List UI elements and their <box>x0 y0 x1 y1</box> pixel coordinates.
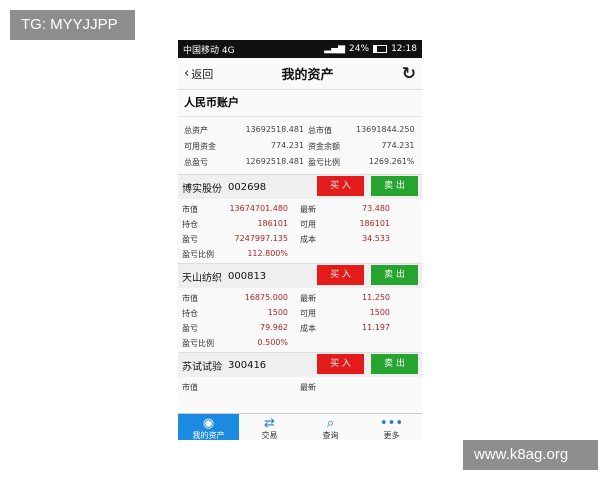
tab-query[interactable]: ⌕ 查询 <box>300 414 361 440</box>
detail-label: 盈亏 <box>182 324 198 333</box>
detail-value <box>218 382 288 393</box>
nav-bar: ‹ 返回 我的资产 ↻ <box>178 58 422 90</box>
detail-value: 11.197 <box>362 323 390 332</box>
detail-value: 1500 <box>369 308 390 317</box>
sell-button[interactable]: 卖 出 <box>371 176 418 196</box>
stock-code: 000813 <box>228 270 267 282</box>
detail-value: 11.250 <box>362 293 390 302</box>
detail-label: 持仓 <box>182 220 198 229</box>
summary-value: 13692518.481 <box>245 125 304 134</box>
account-summary: 总资产 13692518.481 总市值 13691844.250 可用资金 7… <box>178 117 422 174</box>
detail-label: 可用 <box>300 220 316 229</box>
tab-my-assets[interactable]: ◉ 我的资产 <box>178 414 239 440</box>
stock-code: 002698 <box>228 181 267 193</box>
stock-details: 市值 16875.000 最新 11.250 持仓 1500 可用 1500 盈… <box>178 288 422 352</box>
phone-screen: 中国移动 4G ▂▄▆ 24% 12:18 ‹ 返回 我的资产 ↻ 人民币账户 … <box>178 40 422 440</box>
detail-value: 34.533 <box>362 234 390 243</box>
buy-button[interactable]: 买 入 <box>317 354 364 374</box>
detail-label: 持仓 <box>182 309 198 318</box>
stock-code: 300416 <box>228 359 267 371</box>
back-button[interactable]: ‹ 返回 <box>184 66 213 82</box>
tab-label: 我的资产 <box>192 431 225 440</box>
summary-label: 可用资金 <box>184 142 216 151</box>
buy-button[interactable]: 买 入 <box>317 176 364 196</box>
trade-arrows-icon: ⇄ <box>264 416 275 431</box>
signal-icon: ▂▄▆ <box>324 44 346 54</box>
detail-label: 市值 <box>182 383 198 392</box>
back-label: 返回 <box>191 67 214 81</box>
detail-value: 13674701.480 <box>229 204 288 213</box>
tab-label: 交易 <box>261 431 278 440</box>
more-icon: ••• <box>379 416 403 431</box>
watermark-top: TG: MYYJJPP <box>10 10 135 40</box>
account-header: 人民币账户 <box>178 90 422 117</box>
tab-label: 更多 <box>383 431 400 440</box>
detail-label: 最新 <box>300 383 316 392</box>
detail-label: 最新 <box>300 294 316 303</box>
detail-value: 0.500% <box>257 338 288 347</box>
detail-value: 7247997.135 <box>234 234 288 243</box>
summary-label: 资金余额 <box>308 142 340 151</box>
tab-trade[interactable]: ⇄ 交易 <box>239 414 300 440</box>
summary-label: 盈亏比例 <box>308 158 340 167</box>
detail-value: 73.480 <box>362 204 390 213</box>
summary-label: 总资产 <box>184 126 208 135</box>
stock-card: 天山纺织 000813 买 入 卖 出 市值 16875.000 最新 11.2… <box>178 263 422 352</box>
bottom-tab-bar: ◉ 我的资产 ⇄ 交易 ⌕ 查询 ••• 更多 <box>178 413 422 440</box>
stock-name: 天山纺织 <box>182 272 222 284</box>
chevron-left-icon: ‹ <box>184 66 190 81</box>
stock-card: 苏试试验 300416 买 入 卖 出 市值 最新 <box>178 352 422 396</box>
detail-value: 186101 <box>257 219 288 228</box>
summary-value: 13691844.250 <box>356 125 415 134</box>
detail-label: 盈亏比例 <box>182 250 214 259</box>
user-icon: ◉ <box>202 416 215 431</box>
detail-label: 盈亏比例 <box>182 339 214 348</box>
detail-value <box>342 382 390 393</box>
detail-value: 16875.000 <box>244 293 288 302</box>
summary-value: 1269.261% <box>368 157 415 166</box>
detail-label: 成本 <box>300 324 316 333</box>
detail-value: 112.800% <box>247 249 288 258</box>
battery-icon <box>373 45 388 53</box>
detail-label: 市值 <box>182 294 198 303</box>
stock-details: 市值 13674701.480 最新 73.480 持仓 186101 可用 1… <box>178 199 422 263</box>
detail-label: 盈亏 <box>182 235 198 244</box>
status-bar: 中国移动 4G ▂▄▆ 24% 12:18 <box>178 40 422 58</box>
carrier-label: 中国移动 4G <box>183 45 235 56</box>
detail-value: 186101 <box>359 219 390 228</box>
stock-name: 博实股份 <box>182 183 222 195</box>
page-title: 我的资产 <box>281 68 334 83</box>
battery-level: 24% <box>349 44 370 54</box>
detail-label: 最新 <box>300 205 316 214</box>
sell-button[interactable]: 卖 出 <box>371 265 418 285</box>
detail-label: 可用 <box>300 309 316 318</box>
summary-value: 12692518.481 <box>245 157 304 166</box>
tab-more[interactable]: ••• 更多 <box>361 414 422 440</box>
detail-label: 市值 <box>182 205 198 214</box>
summary-value: 774.231 <box>270 141 304 150</box>
watermark-bottom: www.k8ag.org <box>463 440 598 470</box>
summary-label: 总市值 <box>308 126 332 135</box>
stock-card: 博实股份 002698 买 入 卖 出 市值 13674701.480 最新 7… <box>178 174 422 263</box>
stock-name: 苏试试验 <box>182 361 222 373</box>
tab-label: 查询 <box>322 431 339 440</box>
summary-value: 774.231 <box>381 141 415 150</box>
detail-label: 成本 <box>300 235 316 244</box>
refresh-icon[interactable]: ↻ <box>402 64 416 84</box>
detail-value: 79.962 <box>260 323 288 332</box>
sell-button[interactable]: 卖 出 <box>371 354 418 374</box>
summary-label: 总盈亏 <box>184 158 208 167</box>
buy-button[interactable]: 买 入 <box>317 265 364 285</box>
clock: 12:18 <box>391 44 417 54</box>
stock-details: 市值 最新 <box>178 377 422 396</box>
detail-value: 1500 <box>267 308 288 317</box>
search-icon: ⌕ <box>326 416 335 431</box>
